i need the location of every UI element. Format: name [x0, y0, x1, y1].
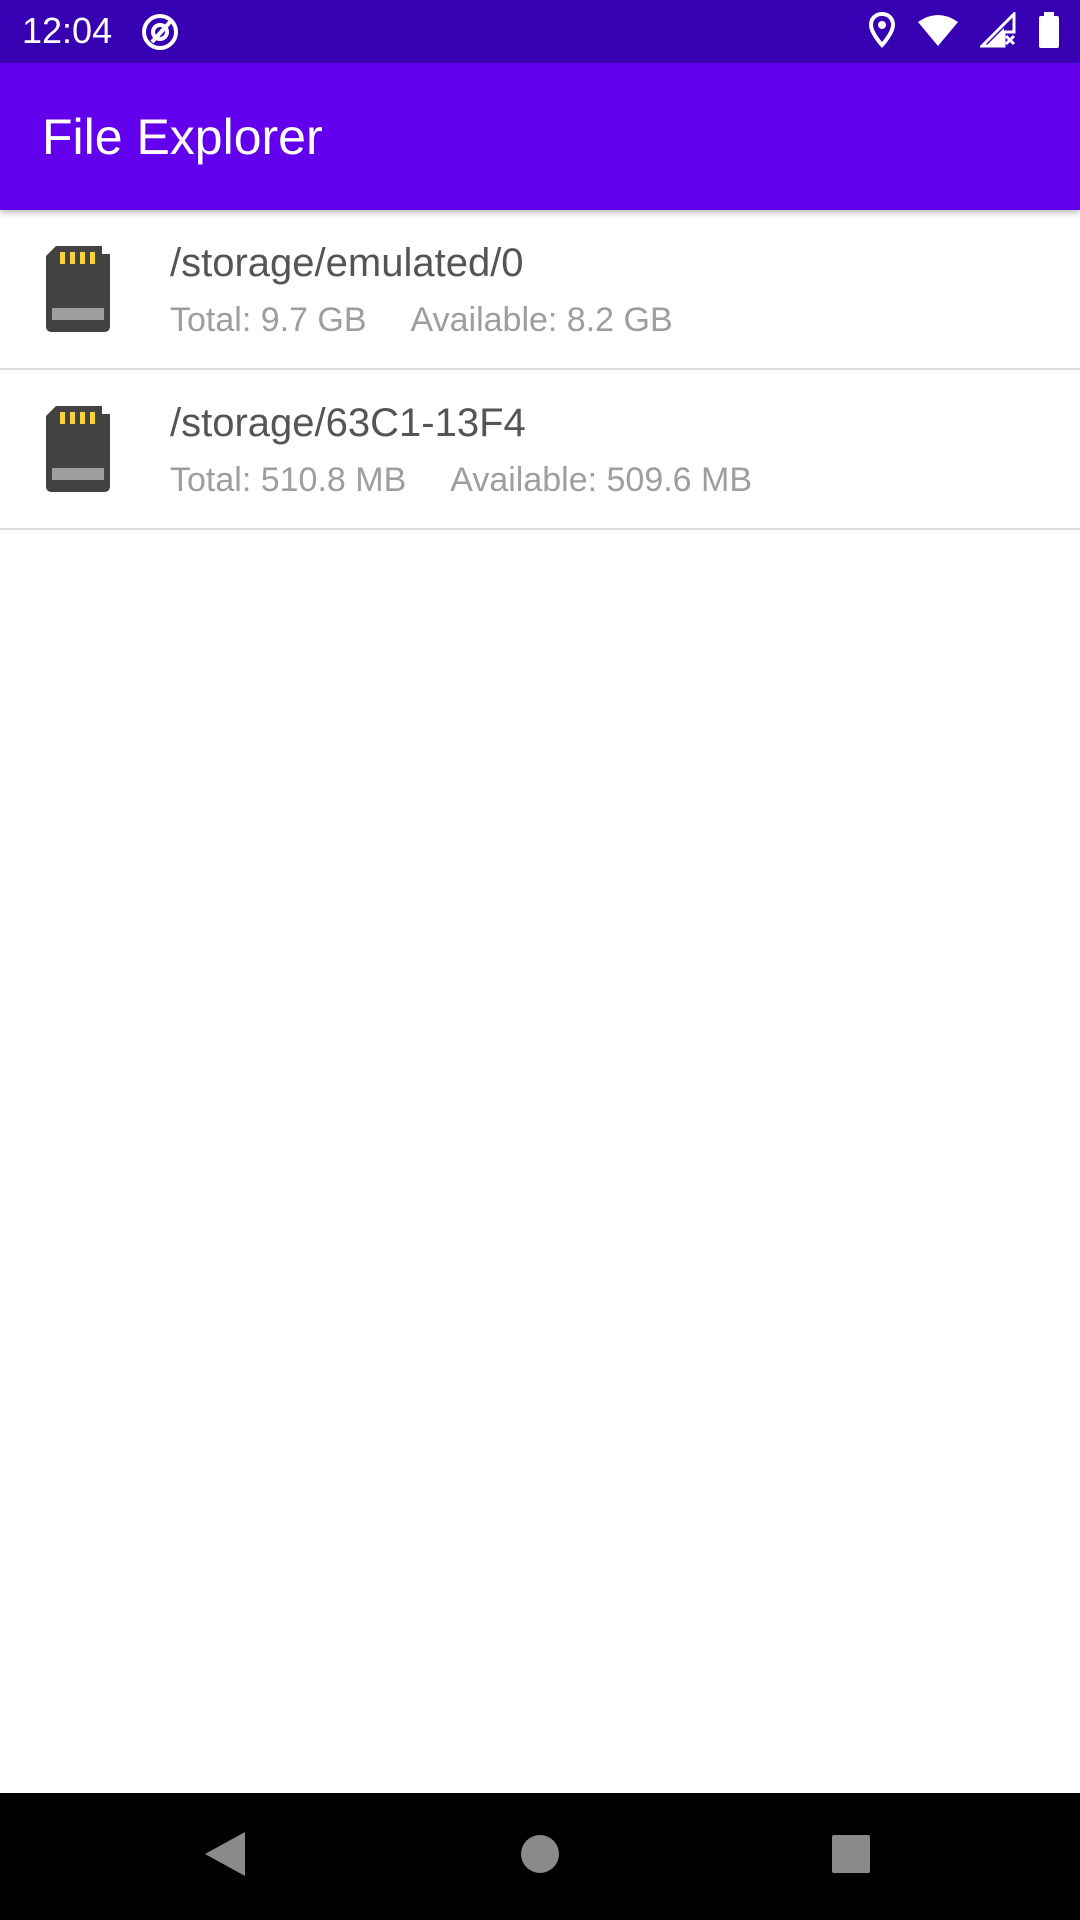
- recents-icon: [831, 1834, 871, 1879]
- storage-details: Total: 9.7 GB Available: 8.2 GB: [170, 300, 673, 340]
- storage-total: Total: 9.7 GB: [170, 301, 367, 339]
- storage-details: Total: 510.8 MB Available: 509.6 MB: [170, 460, 752, 500]
- app-bar: File Explorer: [0, 63, 1080, 210]
- recents-button[interactable]: [818, 1823, 884, 1889]
- wifi-icon: [918, 14, 958, 51]
- storage-total: Total: 510.8 MB: [170, 461, 407, 499]
- status-time: 12:04: [22, 10, 113, 51]
- storage-path: /storage/63C1-13F4: [170, 401, 526, 445]
- storage-available: Available: 8.2 GB: [410, 301, 673, 339]
- status-icons: [868, 9, 1060, 53]
- back-button[interactable]: [192, 1823, 258, 1889]
- signal-icon: [978, 9, 1016, 53]
- home-button[interactable]: [507, 1823, 573, 1889]
- storage-path: /storage/emulated/0: [170, 241, 524, 285]
- sd-card-icon: [46, 246, 110, 332]
- back-icon: [203, 1830, 247, 1883]
- storage-item-emulated[interactable]: /storage/emulated/0 Total: 9.7 GB Availab…: [0, 210, 1080, 370]
- storage-item-sdcard[interactable]: /storage/63C1-13F4 Total: 510.8 MB Availa…: [0, 370, 1080, 530]
- sd-card-icon: [46, 406, 110, 492]
- home-icon: [520, 1834, 560, 1879]
- status-bar: 12:04: [0, 0, 1080, 63]
- storage-list: /storage/emulated/0 Total: 9.7 GB Availab…: [0, 210, 1080, 530]
- location-icon: [868, 11, 896, 53]
- storage-available: Available: 509.6 MB: [450, 461, 753, 499]
- at-sign-icon: [140, 12, 180, 52]
- page-title: File Explorer: [42, 109, 323, 165]
- navigation-bar: [0, 1793, 1080, 1920]
- battery-icon: [1038, 11, 1060, 53]
